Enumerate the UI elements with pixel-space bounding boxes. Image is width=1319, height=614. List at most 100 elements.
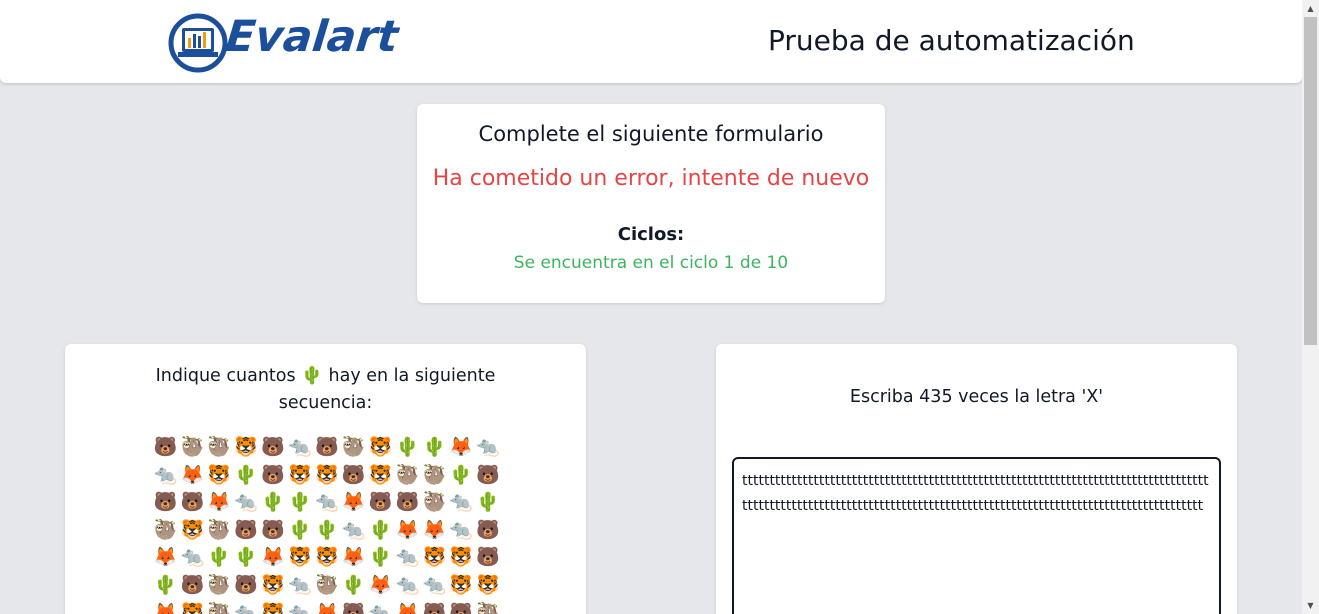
tiger-icon: 🐯 xyxy=(288,546,312,569)
rat-icon: 🐀 xyxy=(476,436,500,458)
tiger-icon: 🐯 xyxy=(449,573,474,596)
sloth-icon: 🦥 xyxy=(476,601,500,614)
rat-icon: 🐀 xyxy=(449,491,474,514)
cactus-icon: 🌵 xyxy=(261,491,285,514)
bear-icon: 🐻 xyxy=(395,491,420,514)
cactus-icon: 🌵 xyxy=(301,366,323,386)
tiger-icon: 🐯 xyxy=(261,601,285,614)
sloth-icon: 🦥 xyxy=(180,436,205,458)
bear-icon: 🐻 xyxy=(449,601,474,614)
bear-icon: 🐻 xyxy=(476,518,500,541)
sloth-icon: 🦥 xyxy=(207,518,232,541)
vertical-scrollbar[interactable]: ▲ ▼ xyxy=(1302,0,1319,614)
cactus-icon: 🌵 xyxy=(234,546,258,569)
fox-icon: 🦊 xyxy=(180,463,205,486)
rat-icon: 🐀 xyxy=(395,573,420,596)
rat-icon: 🐀 xyxy=(288,601,312,614)
scrollbar-thumb[interactable] xyxy=(1304,17,1317,345)
bear-icon: 🐻 xyxy=(476,463,500,486)
rat-icon: 🐀 xyxy=(180,546,205,569)
cactus-icon: 🌵 xyxy=(207,546,232,569)
tiger-icon: 🐯 xyxy=(261,573,285,596)
rat-icon: 🐀 xyxy=(449,518,474,541)
tiger-icon: 🐯 xyxy=(207,463,232,486)
sloth-icon: 🦥 xyxy=(422,491,447,514)
sloth-icon: 🦥 xyxy=(341,436,366,458)
bear-icon: 🐻 xyxy=(422,601,447,614)
letter-instruction: Escriba 435 veces la letra 'X' xyxy=(849,387,1104,407)
cactus-icon: 🌵 xyxy=(341,573,366,596)
bear-icon: 🐻 xyxy=(476,546,500,569)
rat-icon: 🐀 xyxy=(288,436,312,458)
tiger-icon: 🐯 xyxy=(180,518,205,541)
scroll-down-icon[interactable]: ▼ xyxy=(1302,597,1319,614)
cactus-icon: 🌵 xyxy=(288,518,312,541)
bear-icon: 🐻 xyxy=(180,491,205,514)
fox-icon: 🦊 xyxy=(395,601,420,614)
form-status-card: Complete el siguiente formulario Ha come… xyxy=(417,104,885,303)
error-message: Ha cometido un error, intente de nuevo xyxy=(432,166,870,191)
fox-icon: 🦊 xyxy=(153,546,178,569)
rat-icon: 🐀 xyxy=(288,573,312,596)
sloth-icon: 🦥 xyxy=(207,436,232,458)
cactus-icon: 🌵 xyxy=(368,518,393,541)
emoji-count-card: Indique cuantos 🌵 hay en la siguiente se… xyxy=(65,344,586,614)
page-title: Prueba de automatización xyxy=(768,24,1135,57)
emoji-sequence: 🐻 🦥 🦥 🐯 🐻 🐀 🐻 🦥 🐯 🌵 🌵 🦊 🐀 🐀 🦊 🐯 🌵 🐻 🐯 🐯 🐻 🐯 🦥 🦥 🌵 🐻 🐻 🐻 🦊 🐀 🌵 🌵 🐀 🦊 🐻 🐻 🦥 🐀 🌵 🦥… xyxy=(152,434,502,614)
cactus-icon: 🌵 xyxy=(395,436,420,458)
tiger-icon: 🐯 xyxy=(288,463,312,486)
sloth-icon: 🦥 xyxy=(207,601,232,614)
fox-icon: 🦊 xyxy=(341,491,366,514)
cactus-icon: 🌵 xyxy=(234,463,258,486)
cactus-icon: 🌵 xyxy=(476,491,500,514)
cactus-icon: 🌵 xyxy=(314,518,339,541)
sloth-icon: 🦥 xyxy=(207,573,232,596)
bear-icon: 🐻 xyxy=(234,573,258,596)
rat-icon: 🐀 xyxy=(234,491,258,514)
tiger-icon: 🐯 xyxy=(314,546,339,569)
letter-answer-textarea[interactable] xyxy=(732,457,1221,614)
bear-icon: 🐻 xyxy=(180,573,205,596)
rat-icon: 🐀 xyxy=(395,546,420,569)
bear-icon: 🐻 xyxy=(261,518,285,541)
cactus-icon: 🌵 xyxy=(422,436,447,458)
sloth-icon: 🦥 xyxy=(422,463,447,486)
fox-icon: 🦊 xyxy=(368,573,393,596)
bear-icon: 🐻 xyxy=(314,436,339,458)
cactus-icon: 🌵 xyxy=(368,546,393,569)
sloth-icon: 🦥 xyxy=(395,463,420,486)
cycles-label: Ciclos: xyxy=(617,224,685,245)
fox-icon: 🦊 xyxy=(261,546,285,569)
letter-repeat-card: Escriba 435 veces la letra 'X' xyxy=(716,344,1237,614)
bear-icon: 🐻 xyxy=(153,491,178,514)
cycles-status: Se encuentra en el ciclo 1 de 10 xyxy=(513,253,789,273)
tiger-icon: 🐯 xyxy=(368,436,393,458)
scroll-up-icon[interactable]: ▲ xyxy=(1302,0,1319,17)
rat-icon: 🐀 xyxy=(422,573,447,596)
bear-icon: 🐻 xyxy=(341,601,366,614)
header-bar: Evalart Prueba de automatización xyxy=(0,0,1302,83)
tiger-icon: 🐯 xyxy=(180,601,205,614)
rat-icon: 🐀 xyxy=(234,601,258,614)
rat-icon: 🐀 xyxy=(153,463,178,486)
question-text-before: Indique cuantos xyxy=(155,366,302,386)
tiger-icon: 🐯 xyxy=(368,463,393,486)
cactus-icon: 🌵 xyxy=(449,463,474,486)
fox-icon: 🦊 xyxy=(395,518,420,541)
rat-icon: 🐀 xyxy=(314,491,339,514)
fox-icon: 🦊 xyxy=(449,436,474,458)
emoji-question: Indique cuantos 🌵 hay en la siguiente se… xyxy=(125,363,526,417)
fox-icon: 🦊 xyxy=(207,491,232,514)
fox-icon: 🦊 xyxy=(341,546,366,569)
fox-icon: 🦊 xyxy=(153,601,178,614)
bear-icon: 🐻 xyxy=(261,463,285,486)
tiger-icon: 🐯 xyxy=(449,546,474,569)
tiger-icon: 🐯 xyxy=(476,573,500,596)
rat-icon: 🐀 xyxy=(368,601,393,614)
fox-icon: 🦊 xyxy=(422,518,447,541)
rat-icon: 🐀 xyxy=(341,518,366,541)
sloth-icon: 🦥 xyxy=(314,573,339,596)
sloth-icon: 🦥 xyxy=(153,518,178,541)
tiger-icon: 🐯 xyxy=(314,463,339,486)
form-title: Complete el siguiente formulario xyxy=(478,122,824,146)
